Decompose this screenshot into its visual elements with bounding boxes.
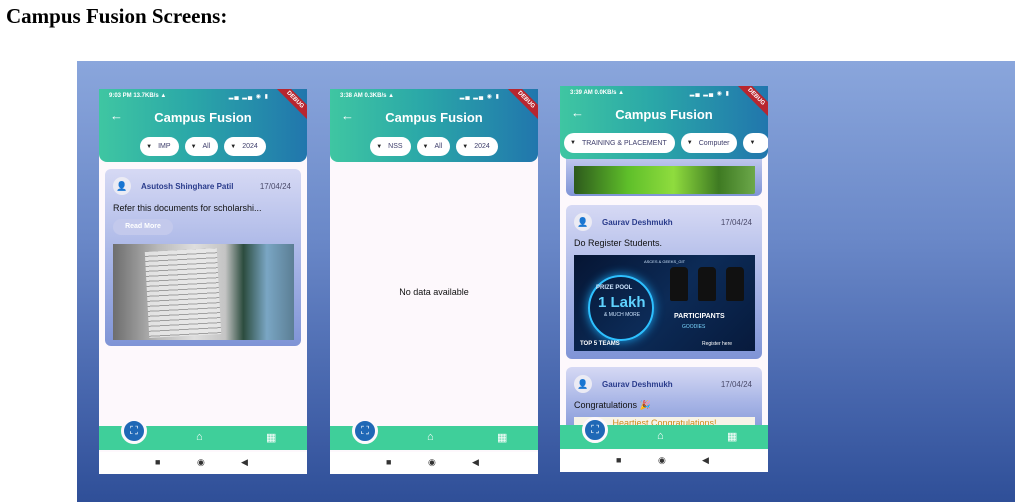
dashboard-icon[interactable]: ▦ xyxy=(727,430,737,443)
home-circle-icon[interactable]: ◉ xyxy=(197,457,205,468)
status-bar-icons: ▂▄ ▂▄ ◉ ▮ xyxy=(689,91,730,97)
qr-scan-icon[interactable]: ⛶ xyxy=(352,418,378,444)
recent-square-icon[interactable]: ■ xyxy=(155,457,160,467)
tshirt-image xyxy=(698,267,716,301)
post-text: Congratulations 🎉 xyxy=(574,400,651,410)
status-bar-time: 3:39 AM 0.0KB/s ▲ xyxy=(570,90,625,96)
app-bar: 3:39 AM 0.0KB/s ▲ ▂▄ ▂▄ ◉ ▮ DEBUG ← Camp… xyxy=(560,86,768,159)
dropdown-caret-icon: ▼ xyxy=(376,143,383,150)
app-title: Campus Fusion xyxy=(154,110,252,125)
phone-screen-nss: 3:38 AM 0.3KB/s ▲ ▂▄ ▂▄ ◉ ▮ DEBUG ← Camp… xyxy=(330,89,538,474)
banner-register: Register here xyxy=(702,341,733,347)
post-text: Refer this documents for scholarshi... xyxy=(113,203,262,213)
home-circle-icon[interactable]: ◉ xyxy=(428,457,436,468)
dropdown-caret-icon: ▼ xyxy=(462,143,469,150)
banner-prize-label: PRIZE POOL xyxy=(596,285,633,291)
system-nav-bar: ■ ◉ ◀ xyxy=(330,452,538,474)
post-author: Gaurav Deshmukh xyxy=(602,217,673,227)
recent-square-icon[interactable]: ■ xyxy=(386,457,391,467)
empty-state-text: No data available xyxy=(399,287,469,297)
filter-chips: ▼ NSS ▼ All ▼ 2024 xyxy=(330,137,538,157)
home-icon[interactable]: ⌂ xyxy=(427,431,434,443)
home-icon[interactable]: ⌂ xyxy=(657,430,664,442)
home-circle-icon[interactable]: ◉ xyxy=(658,455,666,466)
dropdown-caret-icon: ▼ xyxy=(570,140,576,146)
tshirt-image xyxy=(726,267,744,301)
status-bar-icons: ▂▄ ▂▄ ◉ ▮ xyxy=(459,94,500,100)
avatar-person-icon: 👤 xyxy=(113,177,131,195)
bottom-nav: ⛶ ⌂ ▦ xyxy=(99,418,307,450)
filter-chip-branch[interactable]: ▼ Computer xyxy=(680,133,738,153)
back-triangle-icon[interactable]: ◀ xyxy=(472,457,479,468)
post-image[interactable] xyxy=(113,244,294,340)
post-text: Do Register Students. xyxy=(574,238,663,248)
read-more-button[interactable]: Read More xyxy=(113,219,173,235)
filter-chip-category[interactable]: ▼ TRAINING & PLACEMENT xyxy=(564,133,675,153)
banner-goodies: GOODIES xyxy=(682,324,706,330)
app-bar: 3:38 AM 0.3KB/s ▲ ▂▄ ▂▄ ◉ ▮ DEBUG ← Camp… xyxy=(330,89,538,162)
post-date: 17/04/24 xyxy=(720,218,752,227)
dropdown-caret-icon: ▼ xyxy=(422,143,429,150)
dropdown-caret-icon: ▼ xyxy=(230,143,237,150)
banner-more: & MUCH MORE xyxy=(604,312,641,318)
notice-card[interactable]: 👤 Asutosh Shinghare Patil 17/04/24 Refer… xyxy=(105,169,301,346)
dropdown-caret-icon: ▼ xyxy=(749,140,756,146)
app-title: Campus Fusion xyxy=(385,110,483,125)
post-image xyxy=(574,166,755,194)
banner-participants: PARTICIPANTS xyxy=(674,313,725,320)
screens-panel: 9:03 PM 13.7KB/s ▲ ▂▄ ▂▄ ◉ ▮ DEBUG ← Cam… xyxy=(77,61,1015,502)
home-icon[interactable]: ⌂ xyxy=(196,431,203,443)
dropdown-caret-icon: ▼ xyxy=(146,143,153,150)
qr-scan-icon[interactable]: ⛶ xyxy=(582,417,608,443)
dashboard-icon[interactable]: ▦ xyxy=(266,431,276,444)
filter-chip-year[interactable]: ▼ xyxy=(743,133,768,153)
phone-screen-placement: 👤 Gaurav Deshmukh 17/04/24 Do Register S… xyxy=(560,86,768,472)
app-bar: 9:03 PM 13.7KB/s ▲ ▂▄ ▂▄ ◉ ▮ DEBUG ← Cam… xyxy=(99,89,307,162)
filter-chips: ▼ IMP ▼ All ▼ 2024 xyxy=(99,137,307,157)
filter-chip-category[interactable]: ▼ NSS xyxy=(370,137,411,156)
document-title: Campus Fusion Screens: xyxy=(6,4,228,28)
filter-chip-branch[interactable]: ▼ All xyxy=(416,137,451,156)
bottom-nav: ⛶ ⌂ ▦ xyxy=(330,418,538,450)
post-image-banner[interactable]: ASCES & GEEKS_GIT PRIZE POOL 1 Lakh & MU… xyxy=(574,255,755,351)
qr-scan-icon[interactable]: ⛶ xyxy=(121,418,147,444)
avatar-person-icon: 👤 xyxy=(574,213,592,231)
recent-square-icon[interactable]: ■ xyxy=(616,455,621,465)
banner-teams: TOP 5 TEAMS xyxy=(580,341,620,347)
app-title: Campus Fusion xyxy=(615,107,713,122)
status-bar-icons: ▂▄ ▂▄ ◉ ▮ xyxy=(228,94,269,100)
notice-card[interactable]: 👤 Gaurav Deshmukh 17/04/24 Do Register S… xyxy=(566,205,762,359)
filter-chip-year[interactable]: ▼ 2024 xyxy=(456,137,498,156)
status-bar-time: 3:38 AM 0.3KB/s ▲ xyxy=(340,93,395,99)
post-author: Asutosh Shinghare Patil xyxy=(141,181,234,191)
dropdown-caret-icon: ▼ xyxy=(686,140,693,146)
dropdown-caret-icon: ▼ xyxy=(190,143,197,150)
banner-header: ASCES & GEEKS_GIT xyxy=(643,259,686,264)
back-triangle-icon[interactable]: ◀ xyxy=(702,455,709,466)
system-nav-bar: ■ ◉ ◀ xyxy=(560,450,768,472)
filter-chips: ▼ TRAINING & PLACEMENT ▼ Computer ▼ xyxy=(560,133,768,153)
back-triangle-icon[interactable]: ◀ xyxy=(241,457,248,468)
post-author: Gaurav Deshmukh xyxy=(602,379,673,389)
post-date: 17/04/24 xyxy=(720,380,752,389)
avatar-person-icon: 👤 xyxy=(574,375,592,393)
filter-chip-year[interactable]: ▼ 2024 xyxy=(224,137,266,156)
dashboard-icon[interactable]: ▦ xyxy=(497,431,507,444)
post-date: 17/04/24 xyxy=(259,182,291,191)
bottom-nav: ⛶ ⌂ ▦ xyxy=(560,417,768,449)
banner-prize-amount: 1 Lakh xyxy=(598,294,646,311)
filter-chip-branch[interactable]: ▼ All xyxy=(184,137,219,156)
filter-chip-category[interactable]: ▼ IMP xyxy=(140,137,179,156)
phone-screen-imp: 9:03 PM 13.7KB/s ▲ ▂▄ ▂▄ ◉ ▮ DEBUG ← Cam… xyxy=(99,89,307,474)
system-nav-bar: ■ ◉ ◀ xyxy=(99,452,307,474)
status-bar-time: 9:03 PM 13.7KB/s ▲ xyxy=(109,93,167,99)
tshirt-image xyxy=(670,267,688,301)
